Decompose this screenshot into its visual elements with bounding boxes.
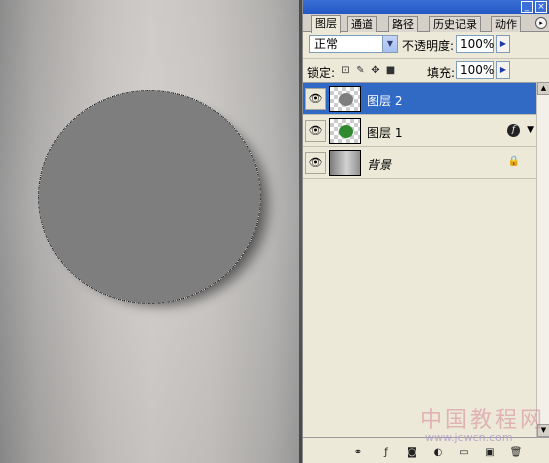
- layer-row[interactable]: 👁 图层 2: [303, 83, 536, 115]
- tab-channels[interactable]: 通道: [347, 16, 377, 32]
- add-layer-style-icon[interactable]: ƒ: [379, 447, 393, 459]
- adjustment-layer-icon[interactable]: ◐: [431, 447, 445, 459]
- tab-layers[interactable]: 图层: [311, 15, 341, 33]
- fill-label: 填充:: [427, 66, 456, 80]
- layer-thumbnail: [329, 86, 361, 112]
- circle-selection[interactable]: [38, 90, 261, 304]
- layer-row[interactable]: 👁 背景 🔒: [303, 147, 536, 179]
- layer-thumbnail: [329, 150, 361, 176]
- lock-icon: 🔒: [507, 156, 520, 167]
- gray-circle-icon: [339, 93, 353, 106]
- visibility-eye-icon[interactable]: 👁: [305, 120, 326, 142]
- opacity-slider-button[interactable]: ▶: [496, 35, 510, 53]
- expand-effects-icon[interactable]: ▼: [527, 125, 534, 135]
- layers-list: 👁 图层 2 👁 图层 1 f ▼ 👁 背景 🔒: [303, 82, 536, 437]
- new-layer-icon[interactable]: ▣: [483, 447, 497, 459]
- watermark-url: www.jcwcn.com: [425, 431, 513, 444]
- minimize-button[interactable]: _: [521, 1, 533, 13]
- lock-label: 锁定:: [307, 66, 336, 80]
- delete-layer-icon[interactable]: 🗑: [509, 447, 523, 459]
- green-circle-icon: [339, 125, 353, 138]
- lock-move-icon[interactable]: ✥: [370, 65, 381, 76]
- fill-input[interactable]: 100%: [456, 61, 494, 79]
- opacity-input[interactable]: 100%: [456, 35, 494, 53]
- watermark-text: 中国教程网: [420, 408, 546, 433]
- layer-effects-icon[interactable]: f: [507, 124, 520, 137]
- layer-name[interactable]: 图层 1: [367, 124, 402, 141]
- close-button[interactable]: ×: [535, 1, 547, 13]
- tab-actions[interactable]: 动作: [491, 16, 521, 32]
- layers-scrollbar[interactable]: ▲ ▼: [536, 82, 549, 437]
- new-group-icon[interactable]: ▭: [457, 447, 471, 459]
- lock-all-icon[interactable]: ■: [385, 65, 396, 76]
- layer-name[interactable]: 背景: [367, 156, 391, 173]
- opacity-label: 不透明度:: [402, 39, 455, 53]
- blend-mode-select[interactable]: 正常 ▼: [309, 35, 398, 53]
- panel-menu-icon[interactable]: ▸: [535, 17, 547, 29]
- link-layers-icon[interactable]: ⚭: [351, 447, 365, 459]
- lock-fill-row: 锁定: ⊡ ✎ ✥ ■ 填充: 100% ▶: [303, 58, 549, 80]
- fill-slider-button[interactable]: ▶: [496, 61, 510, 79]
- document-canvas[interactable]: [0, 0, 302, 463]
- layer-name[interactable]: 图层 2: [367, 92, 402, 109]
- lock-paint-icon[interactable]: ✎: [355, 65, 366, 76]
- panel-titlebar[interactable]: _ ×: [303, 0, 549, 14]
- layers-panel: _ × 图层 通道 路径 历史记录 动作 ▸ 正常 ▼ 不透明度: 100% ▶…: [302, 0, 549, 463]
- visibility-eye-icon[interactable]: 👁: [305, 88, 326, 110]
- panel-tabs: 图层 通道 路径 历史记录 动作 ▸: [303, 14, 549, 33]
- blend-opacity-row: 正常 ▼ 不透明度: 100% ▶: [303, 33, 549, 55]
- tab-history[interactable]: 历史记录: [429, 16, 481, 32]
- layer-row[interactable]: 👁 图层 1 f ▼: [303, 115, 536, 147]
- scroll-up-icon[interactable]: ▲: [537, 82, 549, 95]
- chevron-down-icon[interactable]: ▼: [382, 36, 397, 52]
- lock-transparent-icon[interactable]: ⊡: [340, 65, 351, 76]
- tab-paths[interactable]: 路径: [388, 16, 418, 32]
- add-mask-icon[interactable]: ◙: [405, 447, 419, 459]
- blend-mode-value: 正常: [314, 37, 339, 51]
- visibility-eye-icon[interactable]: 👁: [305, 152, 326, 174]
- layer-thumbnail: [329, 118, 361, 144]
